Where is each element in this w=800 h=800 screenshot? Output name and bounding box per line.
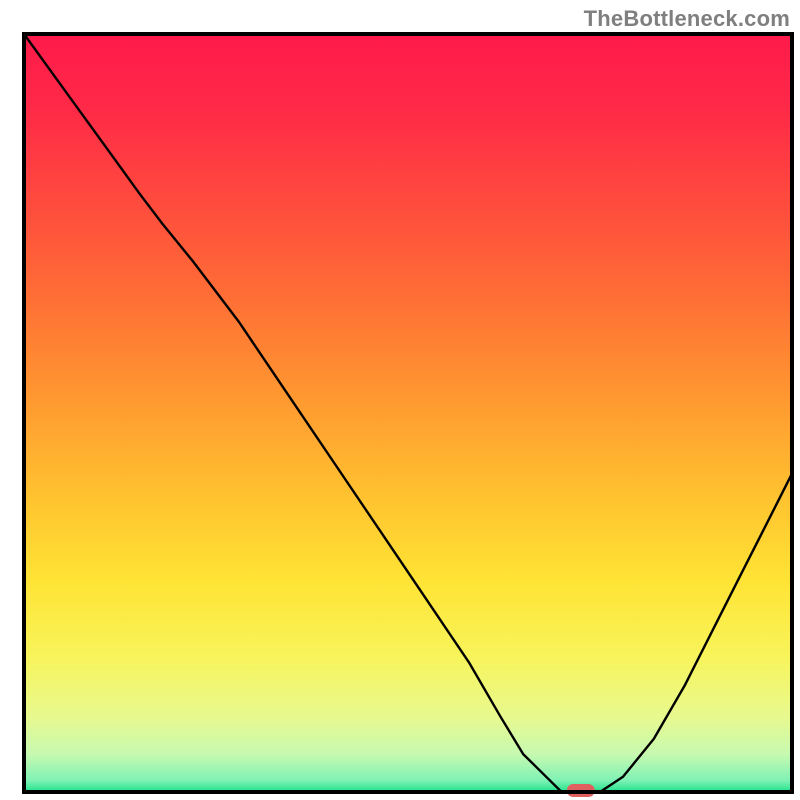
attribution-label: TheBottleneck.com bbox=[584, 6, 790, 32]
chart-container: TheBottleneck.com bbox=[0, 0, 800, 800]
gradient-background bbox=[24, 34, 792, 792]
bottleneck-chart bbox=[0, 0, 800, 800]
